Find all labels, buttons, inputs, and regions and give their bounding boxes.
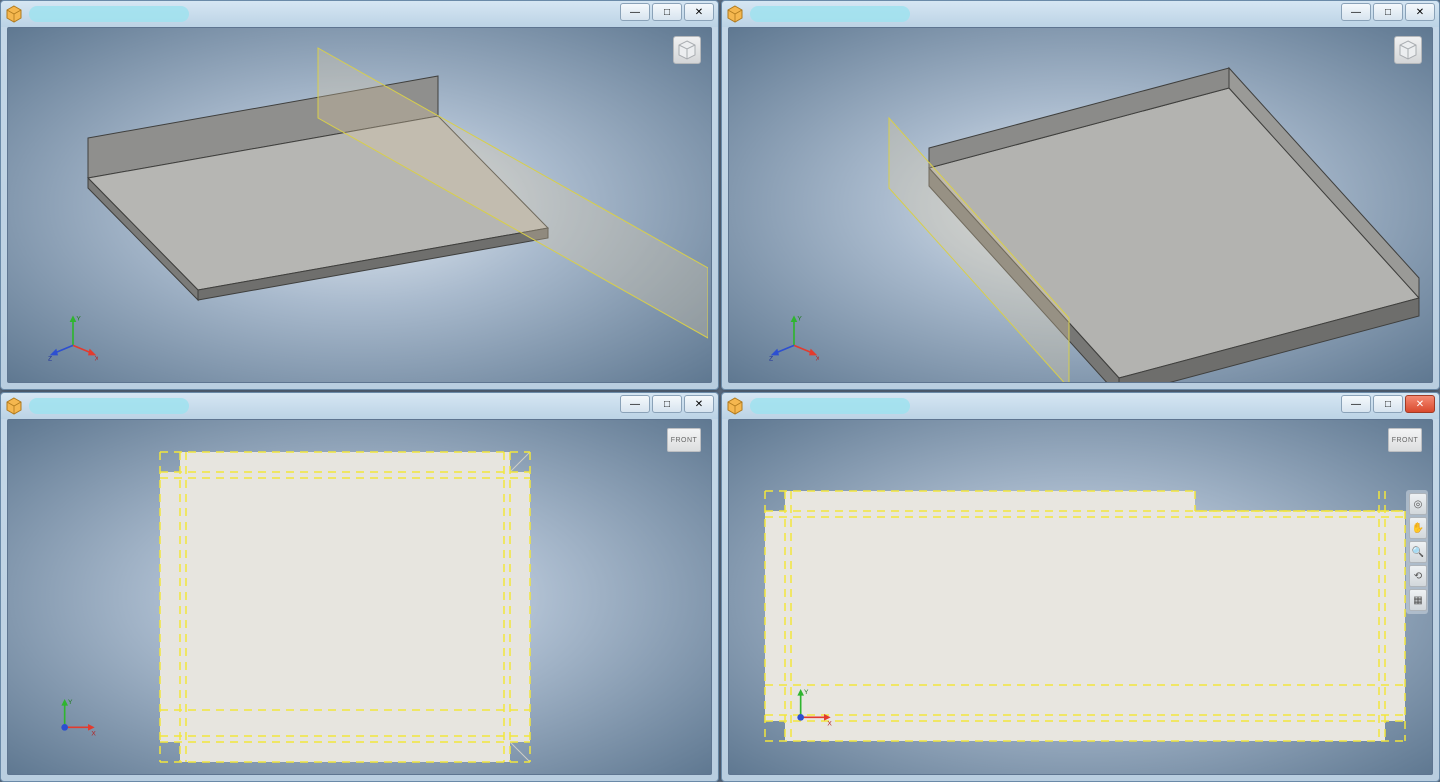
window-top-left: — □ ✕ — [0, 0, 719, 390]
title-text — [750, 6, 910, 22]
window-controls: — □ ✕ — [620, 3, 714, 21]
pan-button[interactable]: ✋ — [1409, 517, 1427, 539]
title-text — [29, 6, 189, 22]
minimize-button[interactable]: — — [620, 395, 650, 413]
app-icon — [5, 5, 23, 23]
minimize-button[interactable]: — — [620, 3, 650, 21]
zoom-button[interactable]: 🔍 — [1409, 541, 1427, 563]
view-cube-front-icon[interactable]: FRONT — [667, 428, 701, 452]
axis-triad-icon: X Y Z — [48, 312, 98, 362]
app-icon — [726, 5, 744, 23]
maximize-button[interactable]: □ — [652, 3, 682, 21]
svg-text:X: X — [91, 731, 96, 738]
nav-wheel-button[interactable]: ◎ — [1409, 493, 1427, 515]
close-button[interactable]: ✕ — [1405, 3, 1435, 21]
orbit-button[interactable]: ⟲ — [1409, 565, 1427, 587]
svg-text:X: X — [95, 355, 98, 362]
view-cube-front-icon[interactable]: FRONT — [1388, 428, 1422, 452]
view-cube-icon[interactable] — [673, 36, 701, 64]
sheet-metal-part-iso — [28, 38, 708, 383]
minimize-button[interactable]: — — [1341, 395, 1371, 413]
title-text — [29, 398, 189, 414]
close-button[interactable]: ✕ — [684, 3, 714, 21]
axis-triad-2d-icon: X Y — [784, 684, 834, 734]
svg-text:X: X — [816, 355, 819, 362]
axis-triad-icon: X Y Z — [769, 312, 819, 362]
titlebar[interactable]: — □ ✕ — [722, 393, 1439, 419]
axis-triad-2d-icon: X Y — [48, 694, 98, 744]
app-icon — [726, 397, 744, 415]
svg-text:Y: Y — [68, 699, 73, 706]
svg-text:X: X — [827, 721, 832, 728]
viewport-iso[interactable]: X Y Z — [7, 27, 712, 383]
flat-pattern — [158, 450, 578, 775]
view-cube-icon[interactable] — [1394, 36, 1422, 64]
maximize-button[interactable]: □ — [1373, 395, 1403, 413]
viewport-front[interactable]: FRONT — [7, 419, 712, 775]
window-controls: — □ ✕ — [1341, 395, 1435, 413]
title-text — [750, 398, 910, 414]
window-controls: — □ ✕ — [620, 395, 714, 413]
close-button[interactable]: ✕ — [1405, 395, 1435, 413]
app-icon — [5, 397, 23, 415]
titlebar[interactable]: — □ ✕ — [1, 1, 718, 27]
flat-pattern-wide — [759, 475, 1419, 775]
window-top-right: — □ ✕ — [721, 0, 1440, 390]
svg-text:Y: Y — [76, 315, 81, 322]
navigation-bar: ◎ ✋ 🔍 ⟲ ▦ — [1406, 490, 1428, 614]
svg-text:Z: Z — [769, 355, 773, 362]
titlebar[interactable]: — □ ✕ — [1, 393, 718, 419]
desktop: — □ ✕ — [0, 0, 1440, 782]
window-controls: — □ ✕ — [1341, 3, 1435, 21]
look-at-button[interactable]: ▦ — [1409, 589, 1427, 611]
viewport-iso[interactable]: X Y Z — [728, 27, 1433, 383]
window-bottom-left: — □ ✕ FRONT — [0, 392, 719, 782]
svg-text:Z: Z — [48, 355, 52, 362]
minimize-button[interactable]: — — [1341, 3, 1371, 21]
titlebar[interactable]: — □ ✕ — [722, 1, 1439, 27]
viewport-front[interactable]: FRONT ◎ ✋ 🔍 ⟲ ▦ — [728, 419, 1433, 775]
svg-text:Y: Y — [804, 689, 809, 696]
window-bottom-right: — □ ✕ FRONT ◎ ✋ 🔍 ⟲ ▦ — [721, 392, 1440, 782]
close-button[interactable]: ✕ — [684, 395, 714, 413]
maximize-button[interactable]: □ — [652, 395, 682, 413]
svg-text:Y: Y — [797, 315, 802, 322]
maximize-button[interactable]: □ — [1373, 3, 1403, 21]
sheet-metal-tray-iso — [799, 48, 1433, 383]
